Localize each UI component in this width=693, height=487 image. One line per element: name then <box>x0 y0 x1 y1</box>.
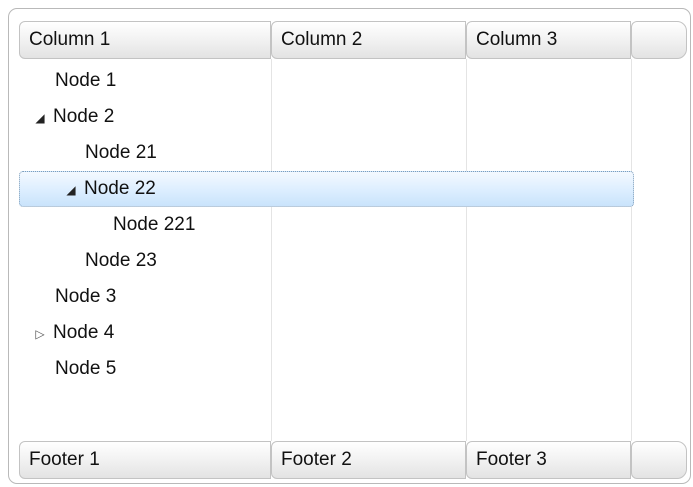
tree-node-label: Node 1 <box>55 70 117 91</box>
column-footer-2: Footer 2 <box>271 441 466 479</box>
column-footer-3: Footer 3 <box>466 441 631 479</box>
tree-node-label: Node 23 <box>85 250 157 271</box>
expanded-arrow-icon[interactable]: ◢ <box>64 173 78 207</box>
column-header-1[interactable]: Column 1 <box>19 21 271 59</box>
collapsed-arrow-icon[interactable]: ▷ <box>33 316 47 352</box>
tree-row-node-1[interactable]: Node 1 <box>19 63 634 99</box>
column-header-3[interactable]: Column 3 <box>466 21 631 59</box>
tree-row-node-221[interactable]: Node 221 <box>19 207 634 243</box>
column-header-1-label: Column 1 <box>29 29 111 50</box>
tree-row-node-3[interactable]: Node 3 <box>19 279 634 315</box>
column-header-2-label: Column 2 <box>281 29 363 50</box>
expanded-arrow-icon[interactable]: ◢ <box>33 100 47 136</box>
column-footer-2-label: Footer 2 <box>281 449 352 470</box>
tree-node-label: Node 2 <box>53 106 115 127</box>
tree-row-node-22[interactable]: ◢ Node 22 <box>19 171 634 207</box>
tree-node-label: Node 22 <box>84 178 156 199</box>
column-footer-1-label: Footer 1 <box>29 449 100 470</box>
column-header-2[interactable]: Column 2 <box>271 21 466 59</box>
column-footer-3-label: Footer 3 <box>476 449 547 470</box>
tree-row-node-4[interactable]: ▷ Node 4 <box>19 315 634 351</box>
tree-node-label: Node 4 <box>53 322 115 343</box>
tree-row-node-2[interactable]: ◢ Node 2 <box>19 99 634 135</box>
column-footer-filler <box>631 441 687 479</box>
tree-list-view: Column 1 Column 2 Column 3 Node 1 ◢ Node … <box>8 8 691 484</box>
tree-row-node-21[interactable]: Node 21 <box>19 135 634 171</box>
tree-row-node-5[interactable]: Node 5 <box>19 351 634 387</box>
tree-node-label: Node 5 <box>55 358 117 379</box>
tree-node-label: Node 3 <box>55 286 117 307</box>
column-header-filler <box>631 21 687 59</box>
column-header-3-label: Column 3 <box>476 29 558 50</box>
tree-rows: Node 1 ◢ Node 2 Node 21 ◢ Node 22 Node 221… <box>19 63 634 387</box>
tree-node-label: Node 21 <box>85 142 157 163</box>
tree-row-node-23[interactable]: Node 23 <box>19 243 634 279</box>
tree-node-label: Node 221 <box>113 214 196 235</box>
column-footer-1: Footer 1 <box>19 441 271 479</box>
